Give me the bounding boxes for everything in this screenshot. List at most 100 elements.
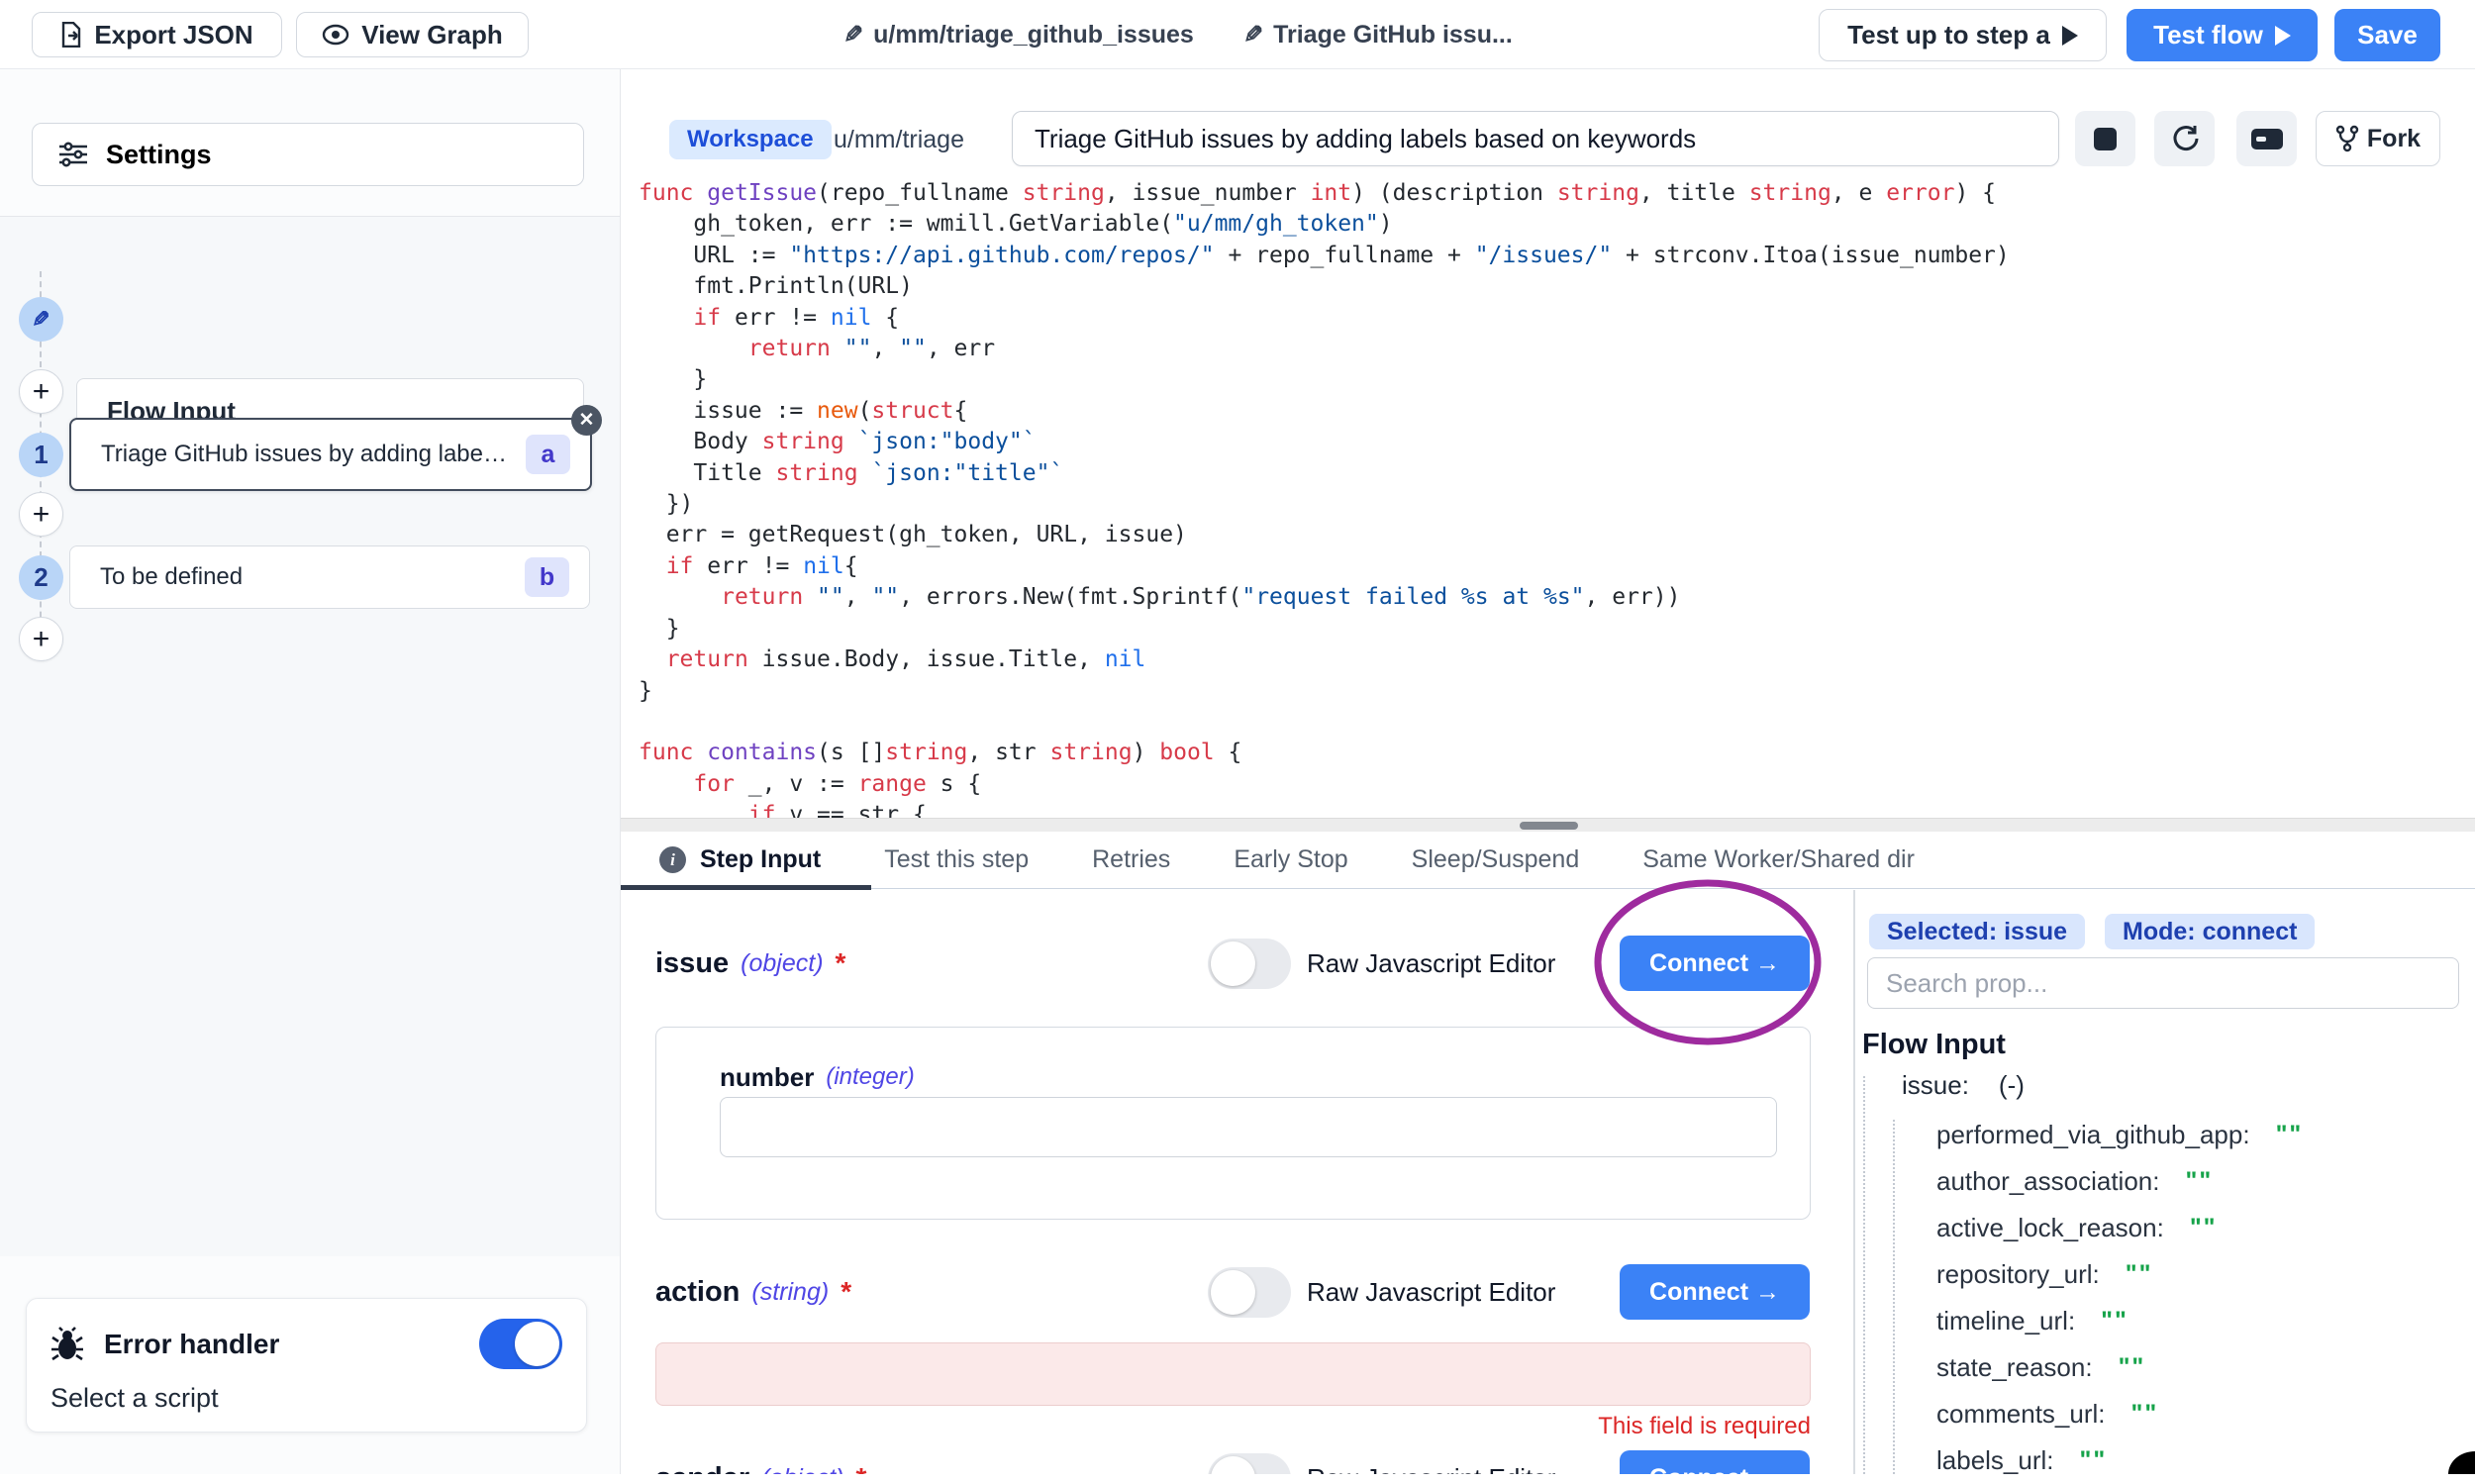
tab-retries[interactable]: Retries	[1092, 845, 1170, 874]
pencil-icon: ✎	[1243, 21, 1263, 49]
export-json-label: Export JSON	[94, 20, 252, 50]
prop-label: timeline_url:	[1936, 1306, 2075, 1336]
export-json-button[interactable]: Export JSON	[32, 12, 282, 57]
tree-root-value: (-)	[1999, 1070, 2025, 1101]
search-prop-input[interactable]	[1867, 957, 2459, 1009]
prop-row[interactable]: active_lock_reason:""	[1936, 1205, 2471, 1251]
prop-label: performed_via_github_app:	[1936, 1120, 2250, 1150]
bottom-panels: issue (object) * Raw Javascript Editor C…	[621, 890, 2475, 1474]
number-input[interactable]	[720, 1097, 1777, 1157]
settings-button[interactable]: Settings	[32, 123, 584, 186]
selected-badge: Selected: issue	[1869, 914, 2085, 949]
raw-js-toggle[interactable]	[1208, 1453, 1291, 1474]
prop-row[interactable]: author_association:""	[1936, 1158, 2471, 1205]
add-step-button[interactable]: +	[19, 369, 63, 414]
breadcrumb-path[interactable]: ✎ u/mm/triage_github_issues	[843, 0, 1194, 69]
prop-row[interactable]: repository_url:""	[1936, 1251, 2471, 1298]
stop-icon	[2094, 128, 2117, 150]
horizontal-scrollbar[interactable]	[621, 818, 2475, 832]
pencil-icon: ✎	[843, 21, 863, 49]
refresh-icon	[2171, 125, 2199, 152]
action-field-header: action (string) *	[655, 1264, 851, 1320]
view-graph-label: View Graph	[361, 20, 503, 50]
step-2-card[interactable]: To be defined b	[69, 545, 590, 609]
flow-input-node-icon[interactable]: ✎	[19, 297, 63, 342]
code-line: Title string `json:"title"`	[639, 458, 2460, 489]
script-path[interactable]: u/mm/triage	[834, 120, 964, 159]
prop-row[interactable]: labels_url:""	[1936, 1437, 2471, 1484]
step-1-card[interactable]: Triage GitHub issues by adding labels ..…	[69, 418, 592, 491]
action-input-error[interactable]	[655, 1342, 1811, 1406]
issue-field-row: issue (object) * Raw Javascript Editor C…	[655, 936, 1811, 991]
test-flow-button[interactable]: Test flow	[2127, 9, 2318, 61]
save-button[interactable]: Save	[2334, 9, 2440, 61]
raw-js-label: Raw Javascript Editor	[1307, 936, 1555, 991]
code-editor[interactable]: func getIssue(repo_fullname string, issu…	[639, 178, 2460, 818]
code-line: return "", "", errors.New(fmt.Sprintf("r…	[639, 582, 2460, 613]
required-asterisk: *	[855, 1462, 866, 1474]
test-up-to-step-label: Test up to step a	[1847, 20, 2050, 50]
test-flow-label: Test flow	[2153, 20, 2263, 50]
prop-value: ""	[2119, 1353, 2146, 1382]
top-bar: Export JSON View Graph ✎ u/mm/triage_git…	[0, 0, 2475, 69]
tree-guide-line	[1893, 1120, 1895, 1474]
field-name: action	[655, 1276, 740, 1309]
tab-sleep-suspend[interactable]: Sleep/Suspend	[1412, 845, 1580, 874]
fork-button[interactable]: Fork	[2316, 111, 2440, 166]
prop-value: ""	[2185, 1167, 2213, 1196]
code-line	[639, 707, 2460, 738]
editor-main: Workspace u/mm/triage Fork func getIssue…	[621, 69, 2475, 1474]
add-step-button[interactable]: +	[19, 617, 63, 661]
raw-js-toggle[interactable]	[1208, 1267, 1291, 1318]
field-type: (string)	[751, 1278, 829, 1307]
prop-row[interactable]: comments_url:""	[1936, 1391, 2471, 1437]
prop-value: ""	[2276, 1121, 2304, 1149]
play-icon	[2062, 26, 2078, 46]
view-graph-button[interactable]: View Graph	[296, 12, 529, 57]
breadcrumb-flow-title[interactable]: ✎ Triage GitHub issu...	[1243, 0, 1513, 69]
pencil-icon: ✎	[32, 307, 50, 333]
play-icon	[2275, 26, 2291, 46]
step-tabs: i Step Input Test this step Retries Earl…	[621, 832, 2475, 889]
stop-button[interactable]	[2075, 111, 2135, 166]
tab-same-worker[interactable]: Same Worker/Shared dir	[1642, 845, 1915, 874]
fork-icon	[2335, 125, 2359, 152]
raw-js-toggle[interactable]	[1208, 939, 1291, 989]
connect-button-sender[interactable]: Connect →	[1620, 1450, 1810, 1474]
raw-js-label: Raw Javascript Editor	[1307, 1264, 1555, 1320]
connect-button-action[interactable]: Connect →	[1620, 1264, 1810, 1320]
prop-row[interactable]: state_reason: ""	[1936, 1344, 2471, 1391]
flow-summary-input[interactable]	[1012, 111, 2059, 166]
breadcrumb-path-label: u/mm/triage_github_issues	[873, 21, 1194, 49]
sliders-icon	[58, 141, 88, 168]
connect-button-issue[interactable]: Connect →	[1620, 936, 1810, 991]
connect-panel: Selected: issue Mode: connect Flow Input…	[1855, 890, 2475, 1474]
save-label: Save	[2357, 20, 2418, 50]
sender-field-header: sender (object) *	[655, 1450, 866, 1474]
error-handler-toggle[interactable]	[479, 1319, 562, 1369]
breadcrumb-flow-label: Triage GitHub issu...	[1273, 21, 1513, 49]
scrollbar-thumb[interactable]	[1520, 822, 1578, 830]
refresh-button[interactable]	[2154, 111, 2215, 166]
remove-step-icon[interactable]: ✕	[571, 405, 602, 436]
prop-label: state_reason:	[1936, 1352, 2093, 1383]
prop-row[interactable]: timeline_url:""	[1936, 1298, 2471, 1344]
tree-root-issue[interactable]: issue: (-)	[1902, 1070, 2025, 1101]
step-2-label: To be defined	[100, 563, 511, 591]
add-step-button[interactable]: +	[19, 492, 63, 537]
error-handler-subtitle[interactable]: Select a script	[50, 1383, 562, 1414]
tab-test-this-step[interactable]: Test this step	[884, 845, 1029, 874]
prop-label: active_lock_reason:	[1936, 1213, 2164, 1243]
settings-label: Settings	[106, 140, 212, 170]
diff-button[interactable]	[2236, 111, 2297, 166]
prop-value: ""	[2126, 1260, 2153, 1289]
code-line: return "", "", err	[639, 334, 2460, 364]
prop-row[interactable]: performed_via_github_app: ""	[1936, 1112, 2471, 1158]
test-up-to-step-button[interactable]: Test up to step a	[1819, 9, 2107, 61]
code-line: Body string `json:"body"`	[639, 427, 2460, 457]
code-line: func getIssue(repo_fullname string, issu…	[639, 178, 2460, 209]
prop-label: comments_url:	[1936, 1399, 2106, 1430]
tab-early-stop[interactable]: Early Stop	[1234, 845, 1347, 874]
tab-step-input[interactable]: i Step Input	[659, 845, 821, 874]
step-2-number: 2	[19, 555, 63, 600]
